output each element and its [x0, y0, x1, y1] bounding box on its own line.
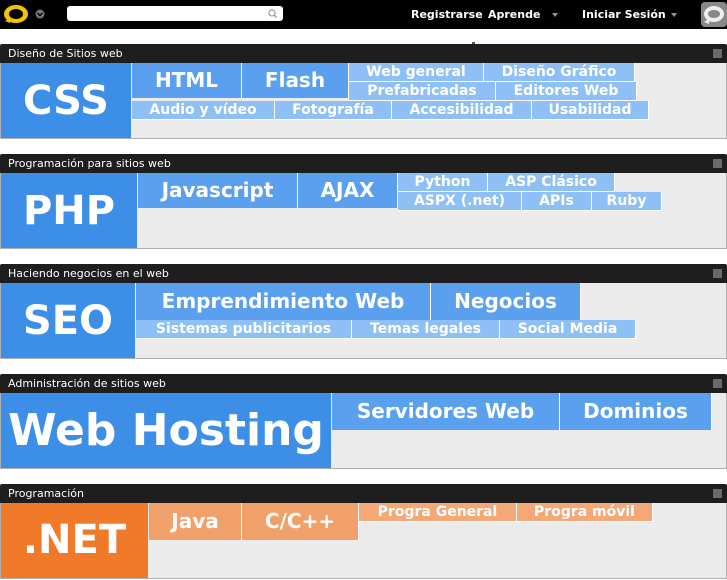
topic-social-media[interactable]: Social Media	[500, 320, 636, 339]
category-title[interactable]: Haciendo negocios en el web	[8, 264, 169, 283]
topic-asp-classic[interactable]: ASP Clásico	[488, 173, 615, 192]
user-logo-icon	[704, 6, 724, 24]
topic-java[interactable]: Java	[149, 503, 242, 540]
main-topic-php[interactable]: PHP	[1, 173, 137, 248]
topic-business[interactable]: Negocios	[431, 283, 581, 320]
category-links: PHP Javascript AJAX Python ASP Clásico A…	[0, 173, 727, 249]
topic-web-editors[interactable]: Editores Web	[496, 82, 637, 101]
topic-prefab[interactable]: Prefabricadas	[349, 82, 496, 101]
topic-aspx[interactable]: ASPX (.net)	[398, 192, 522, 211]
category-web-business: Haciendo negocios en el web SEO Emprendi…	[0, 264, 727, 360]
topic-javascript[interactable]: Javascript	[138, 173, 298, 208]
category-title[interactable]: Programación para sitios web	[8, 154, 171, 173]
category-header: Programación para sitios web	[0, 154, 727, 173]
topic-domains[interactable]: Dominios	[560, 393, 712, 430]
category-web-admin: Administración de sitios web Web Hosting…	[0, 374, 727, 470]
register-link[interactable]: Registrarse	[411, 0, 483, 29]
category-links: SEO Emprendimiento Web Negocios Sistemas…	[0, 283, 727, 359]
topic-ad-systems[interactable]: Sistemas publicitarios	[136, 320, 352, 339]
site-logo-icon[interactable]	[2, 3, 30, 25]
chevron-down-icon	[670, 13, 677, 17]
topic-photography[interactable]: Fotografía	[275, 101, 392, 120]
category-links: CSS HTML Flash Web general Diseño Gráfic…	[0, 63, 727, 139]
topic-usability[interactable]: Usabilidad	[532, 101, 649, 120]
topic-legal[interactable]: Temas legales	[352, 320, 500, 339]
topic-web-servers[interactable]: Servidores Web	[332, 393, 560, 430]
category-title[interactable]: Programación	[8, 484, 84, 503]
category-links: Web Hosting Servidores Web Dominios	[0, 393, 727, 469]
chevron-down-icon	[552, 13, 559, 17]
category-programming: Programación .NET Java C/C++ Progra Gene…	[0, 484, 727, 580]
rss-icon[interactable]	[713, 489, 722, 498]
category-web-design: Diseño de Sitios web CSS HTML Flash Web …	[0, 44, 727, 140]
rss-icon[interactable]	[713, 159, 722, 168]
user-avatar[interactable]	[701, 2, 727, 27]
topic-general-programming[interactable]: Progra General	[359, 503, 517, 522]
category-header: Haciendo negocios en el web	[0, 264, 727, 283]
learn-label: Aprende	[488, 8, 541, 21]
login-label: Iniciar Sesión	[582, 8, 666, 21]
category-header: Programación	[0, 484, 727, 503]
rss-icon[interactable]	[713, 49, 722, 58]
main-topic-css[interactable]: CSS	[1, 63, 131, 138]
topic-python[interactable]: Python	[398, 173, 488, 192]
main-topic-net[interactable]: .NET	[1, 503, 148, 578]
topic-html[interactable]: HTML	[132, 63, 242, 98]
category-links: .NET Java C/C++ Progra General Progra mó…	[0, 503, 727, 579]
search-input[interactable]	[67, 6, 283, 21]
category-title[interactable]: Administración de sitios web	[8, 374, 166, 393]
rss-icon[interactable]	[713, 379, 722, 388]
learn-menu[interactable]: Aprende	[488, 0, 559, 29]
main-topic-seo[interactable]: SEO	[1, 283, 135, 358]
topic-apis[interactable]: APIs	[522, 192, 592, 211]
topic-mobile-programming[interactable]: Progra móvil	[517, 503, 653, 522]
topic-web-general[interactable]: Web general	[349, 63, 484, 82]
topic-ruby[interactable]: Ruby	[592, 192, 662, 211]
rss-icon[interactable]	[713, 269, 722, 278]
chevron-down-icon[interactable]	[35, 9, 45, 19]
main-topic-web-hosting[interactable]: Web Hosting	[1, 393, 331, 468]
topic-flash[interactable]: Flash	[242, 63, 349, 98]
category-web-programming: Programación para sitios web PHP Javascr…	[0, 154, 727, 250]
top-bar: Registrarse Aprende Iniciar Sesión	[0, 0, 727, 29]
topic-c-cpp[interactable]: C/C++	[242, 503, 359, 540]
category-header: Diseño de Sitios web	[0, 44, 727, 63]
category-header: Administración de sitios web	[0, 374, 727, 393]
category-title[interactable]: Diseño de Sitios web	[8, 44, 123, 63]
topic-ajax[interactable]: AJAX	[298, 173, 398, 208]
login-menu[interactable]: Iniciar Sesión	[582, 0, 677, 29]
topic-audio-video[interactable]: Audio y vídeo	[132, 101, 275, 120]
search-icon[interactable]	[263, 6, 283, 21]
topic-graphic-design[interactable]: Diseño Gráfico	[484, 63, 635, 82]
topic-accessibility[interactable]: Accesibilidad	[392, 101, 532, 120]
topic-entrepreneurship[interactable]: Emprendimiento Web	[136, 283, 431, 320]
